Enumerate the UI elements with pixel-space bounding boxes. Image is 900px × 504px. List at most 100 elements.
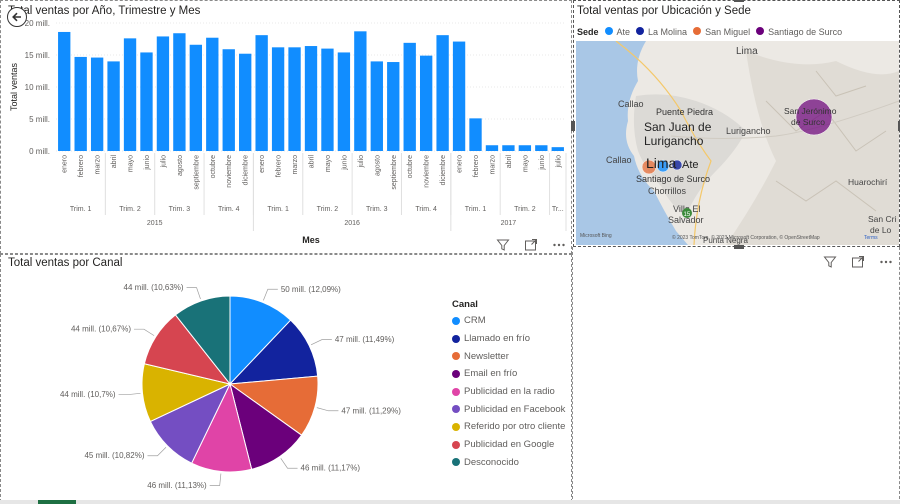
bar[interactable]	[436, 35, 449, 151]
map-label: Chorrillos	[648, 186, 687, 196]
map-label: de Lo	[870, 225, 892, 235]
quarter-label: Trim. 1	[465, 206, 487, 213]
legend-marker	[452, 352, 460, 361]
bar[interactable]	[535, 145, 548, 151]
x-tick-label: noviembre	[226, 155, 233, 188]
map-label: Callao	[618, 99, 644, 109]
map-label: Lurigancho	[726, 126, 771, 136]
y-tick-label: 10 mill.	[25, 83, 50, 92]
legend-marker	[452, 387, 460, 396]
pie-legend-item[interactable]: Publicidad en Google	[452, 436, 570, 454]
pie-chart-svg: 50 mill. (12,09%) 47 mill. (11,49%) 47 mil…	[60, 283, 401, 490]
pie-data-label: 44 mill. (10,67%)	[71, 325, 131, 334]
bar-chart-visual[interactable]: Total ventas por Año, Trimestre y Mes 0 …	[0, 0, 572, 254]
bar[interactable]	[189, 44, 203, 152]
x-tick-label: septiembre	[193, 155, 200, 190]
x-tick-label: mayo	[522, 155, 529, 172]
empty-canvas-area	[572, 247, 900, 504]
pie-legend-item[interactable]: Newsletter	[452, 347, 570, 365]
map-legend-title: Sede	[577, 27, 599, 37]
back-button[interactable]	[7, 7, 27, 27]
filter-icon[interactable]	[495, 237, 511, 253]
legend-marker	[452, 334, 460, 343]
pie-chart-visual[interactable]: Total ventas por Canal 50 mill. (12,09%)…	[0, 254, 572, 502]
pie-leader-line	[118, 392, 141, 395]
pie-legend-item[interactable]: Desconocido	[452, 454, 570, 472]
pie-data-label: 44 mill. (10,63%)	[124, 283, 184, 292]
map-terms-link[interactable]: Terms	[864, 235, 878, 241]
x-tick-label: octubre	[407, 155, 414, 178]
legend-marker	[452, 422, 460, 431]
bar[interactable]	[58, 31, 71, 151]
y-tick-label: 5 mill.	[29, 115, 50, 124]
bar-chart-header-icons	[495, 237, 567, 253]
bar[interactable]	[222, 49, 235, 151]
quarter-label: Trim. 2	[317, 206, 339, 213]
active-page-indicator[interactable]	[38, 500, 76, 504]
x-tick-label: noviembre	[424, 155, 431, 188]
bar[interactable]	[288, 47, 301, 151]
bar[interactable]	[304, 46, 318, 151]
bar[interactable]	[387, 62, 400, 151]
pie-legend: Canal CRM Llamado en frío Newsletter Email …	[452, 299, 570, 471]
more-options-icon[interactable]	[551, 237, 567, 253]
bar[interactable]	[271, 47, 285, 151]
bar[interactable]	[206, 37, 219, 151]
x-tick-label: agosto	[177, 155, 184, 176]
bar[interactable]	[107, 61, 120, 151]
pie-legend-label: Publicidad en la radio	[464, 386, 555, 398]
resize-handle[interactable]	[571, 121, 575, 131]
pie-legend-item[interactable]: Email en frío	[452, 365, 570, 383]
bar[interactable]	[239, 53, 252, 151]
bar[interactable]	[74, 56, 87, 151]
map-label: San Cri	[868, 214, 896, 224]
bar[interactable]	[90, 57, 104, 152]
bar[interactable]	[370, 61, 383, 151]
pie-legend-label: Publicidad en Google	[464, 439, 555, 451]
x-tick-label: enero	[259, 155, 266, 173]
bar[interactable]	[403, 42, 416, 152]
x-tick-label: agosto	[374, 155, 381, 176]
bar[interactable]	[255, 35, 268, 151]
y-tick-label: 20 mill.	[25, 19, 50, 28]
legend-marker	[452, 369, 460, 378]
bar[interactable]	[485, 145, 499, 151]
bar[interactable]	[337, 52, 351, 151]
bar[interactable]	[419, 55, 433, 151]
bar[interactable]	[321, 48, 334, 151]
pie-legend-item[interactable]: Publicidad en Facebook	[452, 400, 570, 418]
map-bing-logo: Microsoft Bing	[580, 233, 612, 239]
bar[interactable]	[156, 36, 170, 151]
x-tick-label: febrero	[78, 155, 85, 177]
quarter-label: Trim. 2	[119, 206, 141, 213]
quarter-label: Trim. 4	[415, 206, 437, 213]
bar[interactable]	[354, 31, 367, 151]
map-canvas[interactable]: Lima Callao Puente Piedra San Juan de Lu…	[576, 41, 899, 245]
legend-marker	[452, 316, 460, 325]
bar[interactable]	[502, 145, 515, 151]
x-tick-label: marzo	[489, 155, 496, 175]
bar[interactable]	[140, 52, 153, 151]
map-legend-item: Santiago de Surco	[756, 27, 842, 37]
map-visual[interactable]: Total ventas por Ubicación y Sede Sede A…	[571, 0, 900, 249]
pie-legend-item[interactable]: Llamado en frío	[452, 330, 570, 348]
x-tick-label: abril	[309, 155, 316, 169]
pie-legend-label: Publicidad en Facebook	[464, 403, 566, 415]
bar[interactable]	[469, 118, 482, 151]
focus-mode-icon[interactable]	[523, 237, 539, 253]
resize-handle[interactable]	[734, 0, 744, 2]
pie-legend-item[interactable]: Publicidad en la radio	[452, 383, 570, 401]
quarter-label: Trim. 1	[267, 206, 289, 213]
bar[interactable]	[518, 145, 532, 151]
pie-legend-label: Email en frío	[464, 368, 518, 380]
bar[interactable]	[173, 33, 186, 151]
pie-data-label: 45 mill. (10,82%)	[84, 451, 144, 460]
bar[interactable]	[551, 147, 564, 151]
bar[interactable]	[123, 38, 137, 151]
pie-legend-item[interactable]: CRM	[452, 312, 570, 330]
pie-legend-label: Llamado en frío	[464, 333, 531, 345]
x-tick-label: abril	[111, 155, 118, 169]
pie-legend-item[interactable]: Referido por otro cliente	[452, 418, 570, 436]
bar[interactable]	[452, 41, 466, 152]
pie-leader-line	[133, 328, 155, 336]
